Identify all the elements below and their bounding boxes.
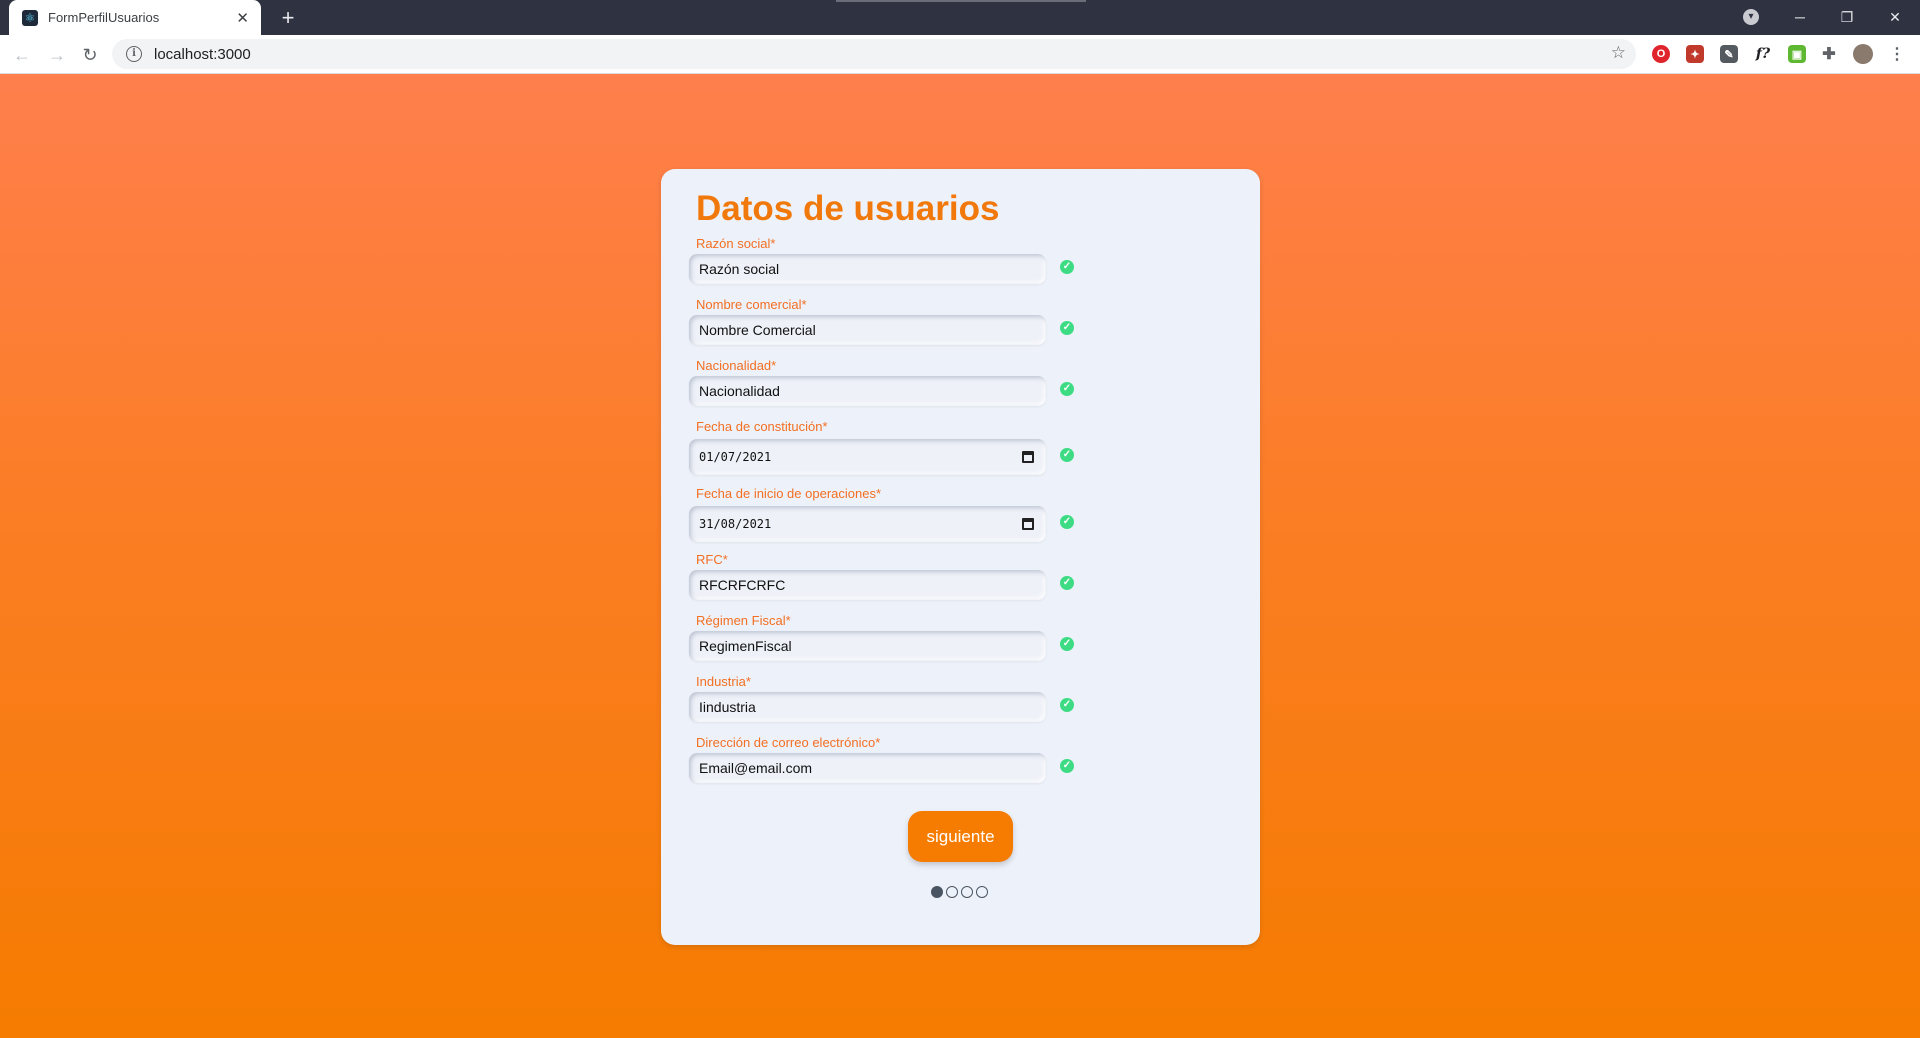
valid-check-icon: ✓ — [1060, 515, 1074, 529]
nacionalidad-input[interactable]: Nacionalidad — [689, 376, 1046, 406]
minimize-button[interactable]: ─ — [1785, 4, 1815, 30]
tab-close-icon[interactable]: ✕ — [236, 9, 249, 27]
date-value: 31/08/2021 — [699, 517, 772, 531]
step-dot-3[interactable] — [961, 886, 973, 898]
valid-check-icon: ✓ — [1060, 698, 1074, 712]
field-nacionalidad: Nacionalidad* Nacionalidad ✓ — [689, 358, 1076, 406]
user-data-form-card: Datos de usuarios Razón social* Razón so… — [661, 169, 1260, 945]
page-background: Datos de usuarios Razón social* Razón so… — [0, 74, 1920, 1038]
industria-input[interactable]: Iindustria — [689, 692, 1046, 722]
regimen-fiscal-input[interactable]: RegimenFiscal — [689, 631, 1046, 661]
email-input[interactable]: Email@email.com — [689, 753, 1046, 783]
field-fecha-constitucion: Fecha de constitución* 01/07/2021 ✓ — [689, 419, 1076, 475]
calendar-icon[interactable] — [1022, 451, 1034, 463]
function-extension-icon[interactable]: f? — [1754, 45, 1772, 63]
tab-search-icon[interactable]: ▾ — [1743, 9, 1759, 25]
siguiente-button[interactable]: siguiente — [908, 811, 1013, 862]
valid-check-icon: ✓ — [1060, 260, 1074, 274]
eyedropper-extension-icon[interactable]: ✎ — [1720, 45, 1738, 63]
field-label: Razón social* — [696, 236, 776, 251]
calendar-icon[interactable] — [1022, 518, 1034, 530]
restore-button[interactable]: ❐ — [1832, 4, 1862, 30]
field-label: Nacionalidad* — [696, 358, 777, 373]
date-value: 01/07/2021 — [699, 450, 772, 464]
new-tab-button[interactable]: + — [276, 6, 300, 30]
field-label: Fecha de inicio de operaciones* — [696, 486, 882, 501]
step-dot-2[interactable] — [946, 886, 958, 898]
fecha-inicio-operaciones-date-input[interactable]: 31/08/2021 — [689, 506, 1046, 542]
step-dot-4[interactable] — [976, 886, 988, 898]
razon-social-input[interactable]: Razón social — [689, 254, 1046, 284]
valid-check-icon: ✓ — [1060, 759, 1074, 773]
field-label: Fecha de constitución* — [696, 419, 828, 434]
field-label: Nombre comercial* — [696, 297, 807, 312]
url-text[interactable]: localhost:3000 — [154, 46, 251, 63]
field-regimen-fiscal: Régimen Fiscal* RegimenFiscal ✓ — [689, 613, 1076, 661]
field-label: RFC* — [696, 552, 728, 567]
reload-button[interactable]: ↻ — [76, 41, 104, 69]
react-favicon-icon: ⚛ — [22, 9, 38, 26]
browser-toolbar: ← → ↻ i localhost:3000 ☆ O ✦ ✎ f? ▣ ✚ ⋮ — [0, 35, 1920, 74]
valid-check-icon: ✓ — [1060, 321, 1074, 335]
browser-menu-icon[interactable]: ⋮ — [1888, 45, 1906, 63]
green-extension-icon[interactable]: ▣ — [1788, 45, 1806, 63]
forward-button[interactable]: → — [43, 41, 71, 69]
valid-check-icon: ✓ — [1060, 637, 1074, 651]
profile-avatar[interactable] — [1853, 44, 1873, 64]
drag-indicator — [836, 0, 1086, 2]
fecha-constitucion-date-input[interactable]: 01/07/2021 — [689, 439, 1046, 475]
puzzle-extension-icon[interactable]: ✚ — [1820, 45, 1838, 63]
field-razon-social: Razón social* Razón social ✓ — [689, 236, 1076, 284]
step-dot-1[interactable] — [931, 886, 943, 898]
rfc-input[interactable]: RFCRFCRFC — [689, 570, 1046, 600]
ublock-extension-icon[interactable]: ✦ — [1686, 45, 1704, 63]
field-industria: Industria* Iindustria ✓ — [689, 674, 1076, 722]
valid-check-icon: ✓ — [1060, 576, 1074, 590]
field-label: Industria* — [696, 674, 751, 689]
address-bar[interactable]: i localhost:3000 ☆ — [112, 39, 1636, 69]
browser-tab[interactable]: ⚛ FormPerfilUsuarios ✕ — [9, 0, 261, 35]
tab-title: FormPerfilUsuarios — [48, 10, 160, 25]
valid-check-icon: ✓ — [1060, 448, 1074, 462]
site-info-icon[interactable]: i — [126, 46, 142, 62]
field-label: Régimen Fiscal* — [696, 613, 791, 628]
close-window-button[interactable]: ✕ — [1880, 4, 1910, 30]
valid-check-icon: ✓ — [1060, 382, 1074, 396]
field-nombre-comercial: Nombre comercial* Nombre Comercial ✓ — [689, 297, 1076, 345]
step-indicator — [931, 886, 988, 898]
browser-tab-strip: ⚛ FormPerfilUsuarios ✕ + ▾ ─ ❐ ✕ — [0, 0, 1920, 35]
field-label: Dirección de correo electrónico* — [696, 735, 881, 750]
back-button[interactable]: ← — [8, 41, 36, 69]
field-email: Dirección de correo electrónico* Email@e… — [689, 735, 1076, 783]
nombre-comercial-input[interactable]: Nombre Comercial — [689, 315, 1046, 345]
field-rfc: RFC* RFCRFCRFC ✓ — [689, 552, 1076, 600]
opera-extension-icon[interactable]: O — [1652, 45, 1670, 63]
field-fecha-inicio-operaciones: Fecha de inicio de operaciones* 31/08/20… — [689, 486, 1076, 542]
form-title: Datos de usuarios — [696, 189, 1000, 228]
bookmark-star-icon[interactable]: ☆ — [1611, 43, 1626, 63]
